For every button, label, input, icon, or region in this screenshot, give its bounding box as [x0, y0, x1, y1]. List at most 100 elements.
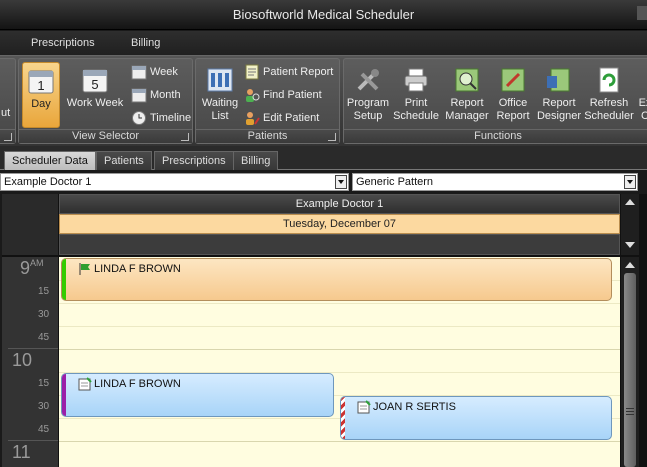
scheduler-corner: [2, 194, 58, 255]
minute-label: 15: [38, 286, 50, 297]
grip-line: [626, 408, 634, 409]
menu-billing[interactable]: Billing: [131, 37, 160, 49]
app-title: Biosoftworld Medical Scheduler: [232, 7, 415, 22]
report-designer-button[interactable]: Report Designer: [536, 62, 582, 128]
menu-bar: Prescriptions Billing: [0, 31, 647, 55]
exit-button-cutoff[interactable]: Ex C: [637, 62, 647, 128]
ribbon-group-patients: Waiting List Patient Report Find Patient…: [195, 58, 340, 144]
minute-label: 30: [38, 309, 50, 320]
cutoff-button-label[interactable]: ut: [1, 107, 10, 119]
scroll-thumb[interactable]: [624, 273, 636, 467]
office-report-button[interactable]: Office Report: [493, 62, 533, 128]
waiting-list-label-1: Waiting: [201, 97, 239, 109]
status-bar: [62, 259, 66, 300]
day-view-label: Day: [31, 98, 51, 110]
print-schedule-label-2: Schedule: [393, 110, 439, 122]
hour-label: 11: [12, 442, 31, 462]
header-scrollbar[interactable]: [621, 194, 639, 255]
doctor-select-value: Example Doctor 1: [4, 176, 92, 188]
ribbon-group-cutoff: ut: [0, 58, 16, 144]
program-setup-button[interactable]: Program Setup: [345, 62, 391, 128]
office-report-icon: [499, 66, 527, 94]
print-schedule-button[interactable]: Print Schedule: [393, 62, 439, 128]
exit-label-2: C: [641, 110, 647, 122]
calendar-7-icon: [131, 64, 147, 80]
grid-scrollbar[interactable]: [621, 257, 639, 467]
time-ruler: 9AM 15 30 45 10 15 30 45 11: [2, 257, 58, 467]
grip-line: [626, 411, 634, 412]
window-control[interactable]: [637, 6, 647, 20]
scroll-up-icon[interactable]: [625, 262, 635, 268]
title-bar: Biosoftworld Medical Scheduler: [0, 0, 647, 30]
calendar-week-icon: 5: [81, 66, 109, 94]
program-setup-label-1: Program: [346, 97, 390, 109]
ribbon-group-view-selector: 1 Day 5 Work Week Week Month Timeline Vi…: [18, 58, 193, 144]
week-view-button[interactable]: Week: [131, 62, 178, 82]
edit-patient-icon: [244, 110, 260, 126]
appointment-patient: LINDA F BROWN: [94, 378, 181, 390]
refresh-scheduler-label-1: Refresh: [589, 97, 629, 109]
menu-prescriptions[interactable]: Prescriptions: [31, 37, 95, 49]
scroll-down-icon[interactable]: [625, 242, 635, 248]
patients-group-label: Patients: [196, 129, 339, 143]
minute-label: 15: [38, 378, 50, 389]
find-patient-label: Find Patient: [263, 89, 322, 101]
tab-prescriptions[interactable]: Prescriptions: [154, 151, 234, 170]
calendar-31-icon: [131, 87, 147, 103]
work-week-view-button[interactable]: 5 Work Week: [64, 62, 126, 128]
ribbon-group-functions: Program Setup Print Schedule Report Mana…: [343, 58, 647, 144]
report-designer-label-1: Report: [542, 97, 576, 109]
minute-label: 45: [38, 424, 50, 435]
all-day-area[interactable]: [59, 234, 620, 255]
program-setup-label-2: Setup: [353, 110, 383, 122]
timeline-view-button[interactable]: Timeline: [131, 108, 191, 128]
waiting-list-button[interactable]: Waiting List: [198, 62, 242, 128]
appointment[interactable]: JOAN R SERTIS: [340, 396, 612, 440]
chevron-down-icon[interactable]: [624, 175, 636, 189]
appointment[interactable]: LINDA F BROWN: [61, 373, 334, 417]
time-grid[interactable]: LINDA F BROWN LINDA F BROWN JOAN R SERTI…: [59, 257, 620, 467]
hour-divider: [8, 348, 58, 349]
work-week-view-label: Work Week: [66, 97, 124, 109]
report-manager-label-1: Report: [450, 97, 484, 109]
patient-report-button[interactable]: Patient Report: [244, 62, 333, 82]
appointment[interactable]: LINDA F BROWN: [61, 258, 612, 301]
office-report-label-1: Office: [498, 97, 528, 109]
week-view-label: Week: [150, 66, 178, 78]
hour-line: [59, 349, 620, 350]
report-manager-button[interactable]: Report Manager: [442, 62, 492, 128]
report-manager-label-2: Manager: [445, 110, 489, 122]
appointment-patient: JOAN R SERTIS: [373, 401, 456, 413]
note-icon: [78, 377, 92, 391]
find-patient-button[interactable]: Find Patient: [244, 85, 322, 105]
view-selector-group-label: View Selector: [19, 129, 192, 143]
date-header[interactable]: Tuesday, December 07: [59, 214, 620, 234]
month-view-button[interactable]: Month: [131, 85, 181, 105]
slot-line: [59, 303, 620, 304]
dialog-launcher-icon[interactable]: [328, 133, 336, 141]
pattern-select[interactable]: Generic Pattern: [352, 173, 638, 191]
scheduler-view: Example Doctor 1 Tuesday, December 07 9A…: [2, 194, 647, 467]
hour-line: [59, 441, 620, 442]
waiting-list-label-2: List: [211, 110, 229, 122]
chevron-down-icon[interactable]: [335, 175, 347, 189]
refresh-scheduler-button[interactable]: Refresh Scheduler: [584, 62, 634, 128]
minute-label: 30: [38, 401, 50, 412]
calendar-day-icon: 1: [27, 67, 55, 95]
appointment-patient: LINDA F BROWN: [94, 263, 181, 275]
report-manager-icon: [453, 66, 481, 94]
report-designer-icon: [545, 66, 573, 94]
dialog-launcher-icon[interactable]: [181, 133, 189, 141]
tab-billing[interactable]: Billing: [233, 151, 279, 170]
dialog-launcher-icon[interactable]: [4, 133, 12, 141]
waiting-list-icon: [206, 66, 234, 94]
tab-scheduler-data[interactable]: Scheduler Data: [4, 151, 96, 170]
minute-label: 45: [38, 332, 50, 343]
doctor-select[interactable]: Example Doctor 1: [0, 173, 349, 191]
day-view-button[interactable]: 1 Day: [22, 62, 60, 128]
tools-icon: [354, 66, 382, 94]
edit-patient-button[interactable]: Edit Patient: [244, 108, 319, 128]
exit-label-1: Ex: [638, 97, 647, 109]
tab-patients[interactable]: Patients: [96, 151, 152, 170]
scroll-up-icon[interactable]: [625, 199, 635, 205]
